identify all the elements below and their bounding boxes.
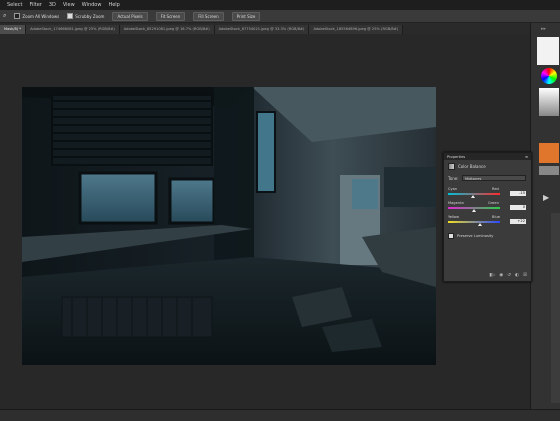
slider-green-label: Green	[488, 201, 499, 205]
cyan-red-slider-thumb[interactable]	[471, 195, 475, 198]
menu-3d[interactable]: 3D	[49, 2, 56, 8]
panel-menu-icon[interactable]: ≡	[525, 155, 528, 159]
play-icon[interactable]: ▶	[543, 193, 549, 202]
magenta-green-slider-thumb[interactable]	[472, 209, 476, 212]
menu-window[interactable]: Window	[82, 2, 102, 8]
yellow-blue-slider-thumb[interactable]	[478, 223, 482, 226]
visibility-eye-icon[interactable]: ◐	[515, 273, 519, 278]
zoom-tool-icon[interactable]: ⌕	[3, 12, 6, 20]
tab-mask[interactable]: Mask/8) *	[0, 25, 27, 34]
adjustment-name: Color Balance	[458, 164, 486, 169]
properties-footer: ▮▷ ◉ ↺ ◐ ☒	[444, 271, 531, 280]
trash-icon[interactable]: ☒	[523, 273, 527, 278]
clip-to-layer-icon[interactable]: ▮▷	[489, 273, 495, 278]
preserve-luminosity-label: Preserve Luminosity	[457, 234, 494, 238]
document-tabs: Mask/8) * AdobeStock_174666081.jpeg @ 25…	[0, 23, 530, 34]
slider-blue-label: Blue	[492, 215, 500, 219]
slider-cyan-label: Cyan	[448, 187, 458, 191]
scrubby-zoom-label: Scrubby Zoom	[75, 13, 105, 19]
properties-title: Properties	[447, 154, 466, 159]
checkbox-box	[448, 233, 454, 239]
layers-panel-edge	[551, 213, 560, 403]
actual-pixels-button[interactable]: Actual Pixels	[112, 11, 148, 21]
scrubby-zoom-checkbox[interactable]: Scrubby Zoom	[67, 13, 104, 19]
properties-panel: Properties ≡ Color Balance Tone: Midtone…	[443, 152, 532, 282]
menu-view[interactable]: View	[63, 2, 75, 8]
abandoned-room-photo	[22, 87, 436, 365]
menu-select[interactable]: Select	[7, 2, 22, 8]
tab-adobestock-67754021[interactable]: AdobeStock_67754021.jpeg @ 33.3% (RGB/8#…	[214, 25, 310, 34]
magenta-green-value-input[interactable]: 0	[510, 205, 526, 210]
yellow-blue-value-input[interactable]: +22	[510, 219, 526, 224]
slider-magenta-label: Magenta	[448, 201, 464, 205]
slider-yellow-label: Yellow	[448, 215, 460, 219]
fill-screen-button[interactable]: Fill Screen	[193, 11, 224, 21]
color-balance-icon	[448, 163, 455, 170]
adjustment-heading: Color Balance	[448, 163, 486, 170]
zoom-all-windows-label: Zoom All Windows	[22, 13, 60, 19]
slider-red-label: Red	[492, 187, 499, 191]
preserve-luminosity-checkbox[interactable]: Preserve Luminosity	[448, 233, 493, 239]
status-bar	[0, 409, 560, 421]
color-swatch-panel[interactable]	[537, 37, 559, 65]
tone-select[interactable]: Midtones	[462, 175, 526, 181]
zoom-all-windows-checkbox[interactable]: Zoom All Windows	[14, 13, 59, 19]
panel-collapse-icon[interactable]: ▸▸	[541, 26, 551, 32]
options-bar: ⌕ Zoom All Windows Scrubby Zoom Actual P…	[0, 10, 560, 23]
cyan-red-value-input[interactable]: -15	[510, 191, 526, 196]
tab-adobestock-85291081[interactable]: AdobeStock_85291081.jpeg @ 16.7% (RGB/8#…	[119, 25, 215, 34]
right-panel-strip: ▸▸ ▶	[530, 23, 560, 409]
color-wheel-icon[interactable]	[541, 68, 557, 84]
gradient-swatch[interactable]	[539, 88, 559, 116]
tone-value: Midtones	[465, 177, 482, 181]
view-previous-icon[interactable]: ◉	[499, 273, 503, 278]
tab-adobestock-174666081[interactable]: AdobeStock_174666081.jpeg @ 25% (RGB/8#)	[26, 25, 120, 34]
print-size-button[interactable]: Print Size	[231, 11, 261, 21]
tab-adobestock-185564896[interactable]: AdobeStock_185564896.jpeg @ 25% (RGB/8#)	[309, 25, 404, 34]
menu-bar: Select Filter 3D View Window Help	[0, 0, 560, 10]
tone-label: Tone:	[448, 176, 459, 181]
document-canvas-image[interactable]	[22, 87, 436, 365]
reset-icon[interactable]: ↺	[507, 273, 511, 278]
yellow-blue-slider-track[interactable]	[448, 221, 500, 223]
fit-screen-button[interactable]: Fit Screen	[155, 11, 186, 21]
menu-help[interactable]: Help	[108, 2, 119, 8]
properties-header: Properties ≡	[444, 153, 531, 160]
accent-swatch-icon[interactable]	[539, 143, 559, 163]
menu-filter[interactable]: Filter	[29, 2, 41, 8]
swatch-gray-icon[interactable]	[539, 166, 559, 175]
